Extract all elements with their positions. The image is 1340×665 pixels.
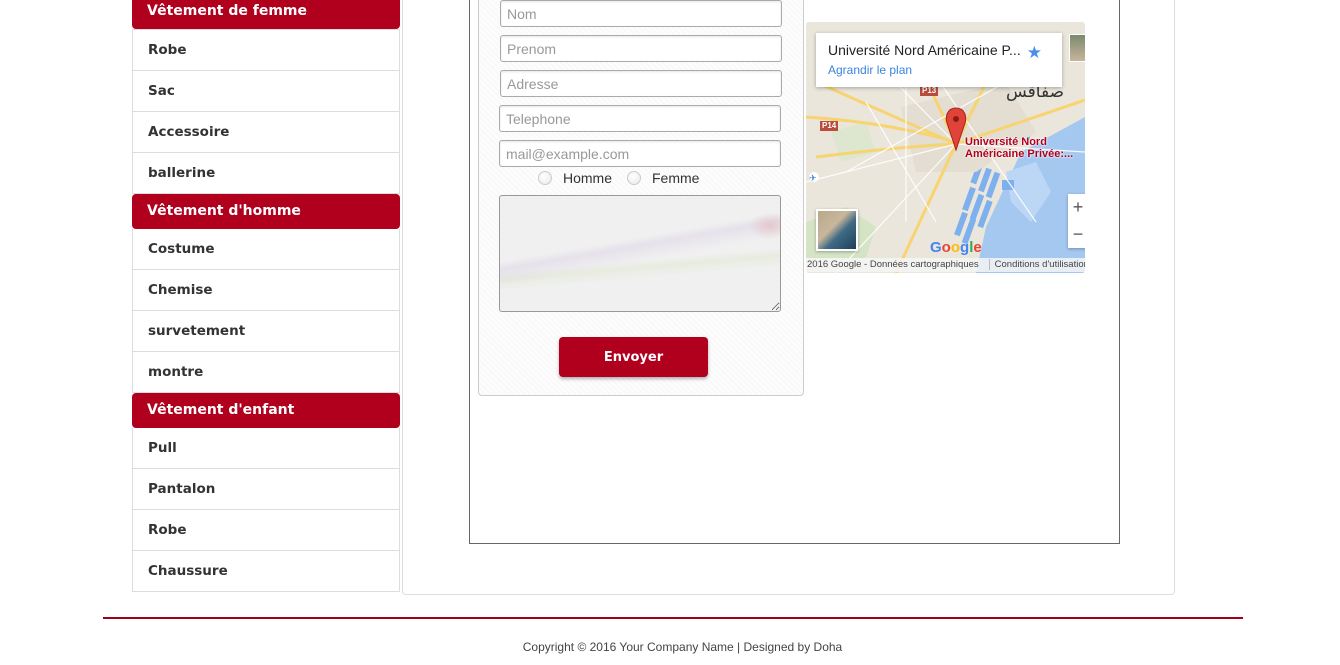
enlarge-map-link[interactable]: Agrandir le plan — [828, 63, 1050, 77]
zoom-control: + − — [1068, 194, 1085, 248]
google-logo-letter: G — [930, 239, 942, 256]
send-button[interactable]: Envoyer — [559, 337, 708, 377]
gender-male-label: Homme — [563, 170, 613, 186]
category-sidebar: Vêtement de femme Robe Sac Accessoire ba… — [132, 0, 400, 592]
category-header-enfant[interactable]: Vêtement d'enfant — [132, 393, 400, 428]
category-header-homme[interactable]: Vêtement d'homme — [132, 194, 400, 229]
category-item-chaussure[interactable]: Chaussure — [132, 551, 400, 592]
adresse-input[interactable] — [500, 70, 782, 97]
category-item-sac[interactable]: Sac — [132, 71, 400, 112]
category-header-femme[interactable]: Vêtement de femme — [132, 0, 400, 29]
road-p14-label: P14 — [820, 121, 839, 131]
map-place-card: Université Nord Américaine P... Agrandir… — [816, 33, 1062, 87]
map-terms-link[interactable]: Conditions d'utilisation — [988, 259, 1085, 270]
gender-female-label: Femme — [652, 170, 700, 186]
message-textarea[interactable] — [499, 195, 781, 312]
svg-text:✈: ✈ — [809, 173, 817, 183]
google-logo: Google — [930, 239, 982, 256]
satellite-toggle[interactable] — [816, 209, 858, 251]
google-logo-letter: e — [973, 239, 982, 256]
gender-male-radio[interactable] — [538, 171, 552, 185]
category-item-survetement[interactable]: survetement — [132, 311, 400, 352]
category-item-ballerine[interactable]: ballerine — [132, 153, 400, 194]
email-input[interactable] — [499, 140, 781, 167]
footer-copyright: Copyright © 2016 Your Company Name | Des… — [522, 640, 843, 654]
map-place-title: Université Nord Américaine P... — [828, 42, 1021, 58]
category-item-robe[interactable]: Robe — [132, 29, 400, 71]
street-view-avatar[interactable] — [1069, 34, 1085, 62]
category-item-pull[interactable]: Pull — [132, 428, 400, 469]
category-item-pantalon[interactable]: Pantalon — [132, 469, 400, 510]
category-item-chemise[interactable]: Chemise — [132, 270, 400, 311]
google-logo-letter: o — [941, 239, 951, 256]
category-item-accessoire[interactable]: Accessoire — [132, 112, 400, 153]
google-logo-letter: o — [950, 239, 961, 256]
gender-female-radio[interactable] — [627, 171, 641, 185]
road-p13-label: P13 — [920, 86, 939, 96]
nom-input[interactable] — [500, 0, 782, 27]
category-item-montre[interactable]: montre — [132, 352, 400, 393]
category-item-robe-enfant[interactable]: Robe — [132, 510, 400, 551]
category-item-costume[interactable]: Costume — [132, 229, 400, 270]
map-attribution: 2016 Google - Données cartographiques Con… — [806, 258, 1085, 272]
star-icon[interactable]: ★ — [1027, 43, 1042, 63]
zoom-out-button[interactable]: − — [1068, 221, 1085, 248]
map-pin-label: Université Nord Américaine Privée:... — [965, 136, 1074, 160]
telephone-input[interactable] — [499, 105, 781, 132]
prenom-input[interactable] — [500, 35, 782, 62]
google-map[interactable]: ✈ P13 P14 صفاقس Université Nord Américai… — [806, 22, 1085, 273]
google-logo-letter: g — [960, 239, 970, 256]
footer-divider — [103, 617, 1243, 619]
zoom-in-button[interactable]: + — [1068, 194, 1085, 221]
